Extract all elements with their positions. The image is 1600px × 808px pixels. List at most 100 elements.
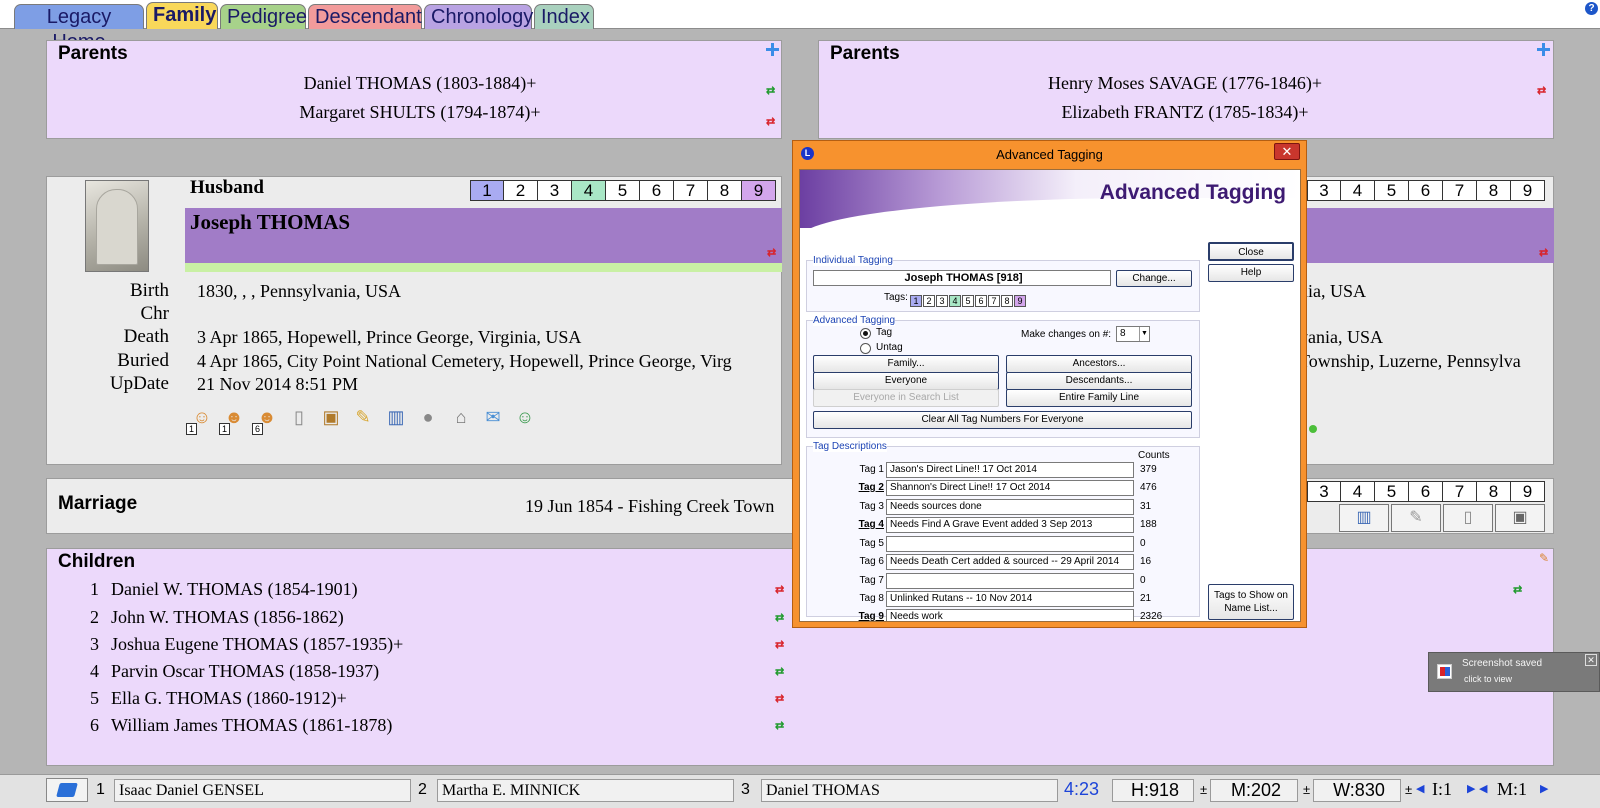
tag-box-9[interactable]: 9 bbox=[1014, 295, 1026, 307]
map-icon[interactable]: ✉ bbox=[481, 405, 505, 429]
family-button[interactable]: Family... bbox=[813, 355, 999, 373]
tab-chronology[interactable]: Chronology bbox=[424, 4, 533, 29]
close-icon[interactable]: ✕ bbox=[1274, 143, 1300, 160]
everyone-button[interactable]: Everyone bbox=[813, 372, 999, 390]
marriage-index[interactable]: M:1 bbox=[1497, 779, 1527, 802]
picture-icon[interactable]: ▣ bbox=[319, 405, 343, 429]
prev-arrow-icon[interactable]: ◀ bbox=[1416, 779, 1424, 802]
home-icon[interactable]: ⌂ bbox=[449, 405, 473, 429]
tab-pedigree[interactable]: Pedigree bbox=[220, 4, 307, 29]
tag-box-9[interactable]: 9 bbox=[1511, 180, 1545, 201]
tag-description-field[interactable] bbox=[886, 573, 1134, 589]
tab-descendant[interactable]: Descendant bbox=[308, 4, 422, 29]
child-row[interactable]: 5 Ella G. THOMAS (1860-1912)+ ⇄ bbox=[85, 688, 1545, 714]
tag-box-4[interactable]: 4 bbox=[1341, 180, 1375, 201]
tag-box-6[interactable]: 6 bbox=[1409, 180, 1443, 201]
descendants-button[interactable]: Descendants... bbox=[1006, 372, 1192, 390]
tag-description-field[interactable]: Needs work bbox=[886, 609, 1134, 621]
clear-all-tags-button[interactable]: Clear All Tag Numbers For Everyone bbox=[813, 411, 1192, 429]
marriage-book-button[interactable]: ▥ bbox=[1339, 504, 1389, 532]
swap-child-icon[interactable]: ⇄ bbox=[775, 640, 786, 654]
tag-box-8[interactable]: 8 bbox=[1477, 180, 1511, 201]
husband-rin[interactable]: H:918 bbox=[1112, 779, 1194, 802]
tag-box-3[interactable]: 3 bbox=[538, 180, 572, 201]
change-button[interactable]: Change... bbox=[1116, 270, 1192, 287]
tab-legacy-home[interactable]: Legacy Home bbox=[14, 4, 144, 53]
tag-box-1[interactable]: 1 bbox=[910, 295, 922, 307]
child-row[interactable]: 3 Joshua Eugene THOMAS (1857-1935)+ ⇄ bbox=[85, 634, 1545, 660]
add-parents-icon[interactable] bbox=[766, 43, 779, 56]
plus-minus-icon[interactable]: ± bbox=[1200, 779, 1207, 802]
tag-box-6[interactable]: 6 bbox=[1409, 481, 1443, 502]
tag-description-field[interactable]: Jason's Direct Line!! 17 Oct 2014 bbox=[886, 462, 1134, 478]
tag-box-3[interactable]: 3 bbox=[1307, 180, 1341, 201]
tag-box-5[interactable]: 5 bbox=[1375, 180, 1409, 201]
tag-box-9[interactable]: 9 bbox=[1511, 481, 1545, 502]
mother-name[interactable]: Margaret SHULTS (1794-1874)+ bbox=[47, 102, 793, 123]
event-value-birth[interactable]: nia, USA bbox=[1299, 281, 1554, 302]
marriage-notes-button[interactable]: ▯ bbox=[1443, 504, 1493, 532]
books-icon[interactable]: ▥ bbox=[384, 405, 408, 429]
recent-person-2[interactable]: Martha E. MINNICK bbox=[437, 779, 734, 802]
tag-radio[interactable] bbox=[860, 328, 871, 339]
tag-box-9[interactable]: 9 bbox=[742, 180, 776, 201]
tag-box-8[interactable]: 8 bbox=[1001, 295, 1013, 307]
plus-minus-icon[interactable]: ± bbox=[1405, 779, 1412, 802]
tag-box-3[interactable]: 3 bbox=[936, 295, 948, 307]
swap-child-icon[interactable]: ⇄ bbox=[775, 613, 786, 627]
father-name[interactable]: Daniel THOMAS (1803-1884)+ bbox=[47, 73, 793, 94]
tag-box-3[interactable]: 3 bbox=[1307, 481, 1341, 502]
prev-arrow-icon[interactable]: ◀ bbox=[1479, 779, 1487, 802]
screenshot-saved-toast[interactable]: Screenshot saved click to view ✕ bbox=[1428, 652, 1600, 692]
child-row[interactable]: 6 William James THOMAS (1861-1878) ⇄ bbox=[85, 715, 1545, 741]
event-value-buried[interactable]: 4 Apr 1865, City Point National Cemetery… bbox=[197, 351, 782, 372]
marriage-sources-button[interactable]: ✎ bbox=[1391, 504, 1441, 532]
make-changes-select[interactable]: 8 ▼ bbox=[1116, 326, 1150, 342]
tag-row-label[interactable]: Tag 2 bbox=[848, 482, 884, 493]
dialog-titlebar[interactable]: L Advanced Tagging ✕ bbox=[793, 141, 1306, 169]
swap-spouse-icon[interactable]: ⇄ bbox=[1539, 248, 1550, 262]
child-row[interactable]: 4 Parvin Oscar THOMAS (1858-1937) ⇄ bbox=[85, 661, 1545, 687]
recent-person-3[interactable]: Daniel THOMAS bbox=[761, 779, 1058, 802]
tab-index[interactable]: Index bbox=[534, 4, 594, 29]
next-arrow-icon[interactable]: ▶ bbox=[1540, 779, 1548, 802]
tag-row-label[interactable]: Tag 9 bbox=[848, 611, 884, 621]
swap-child-icon[interactable]: ⇄ bbox=[775, 721, 786, 735]
individual-index[interactable]: I:1 bbox=[1432, 779, 1452, 802]
swap-parents-icon[interactable]: ⇄ bbox=[766, 86, 777, 100]
tag-box-2[interactable]: 2 bbox=[923, 295, 935, 307]
tag-description-field[interactable]: Needs sources done bbox=[886, 499, 1134, 515]
tag-box-4[interactable]: 4 bbox=[572, 180, 606, 201]
tag-description-field[interactable] bbox=[886, 536, 1134, 552]
marriage-rin[interactable]: M:202 bbox=[1210, 779, 1298, 802]
help-icon[interactable]: ? bbox=[1585, 2, 1598, 15]
mother-name[interactable]: Elizabeth FRANTZ (1785-1834)+ bbox=[819, 102, 1551, 123]
husband-photo[interactable] bbox=[85, 180, 149, 272]
swap-child-icon[interactable]: ⇄ bbox=[1513, 585, 1524, 599]
tab-family[interactable]: Family bbox=[146, 2, 218, 29]
swap-child-icon[interactable]: ⇄ bbox=[775, 694, 786, 708]
group-icon[interactable]: ● bbox=[416, 405, 440, 429]
tag-box-8[interactable]: 8 bbox=[708, 180, 742, 201]
entire-family-line-button[interactable]: Entire Family Line bbox=[1006, 389, 1192, 407]
marriage-picture-button[interactable]: ▣ bbox=[1495, 504, 1545, 532]
ancestors-button[interactable]: Ancestors... bbox=[1006, 355, 1192, 373]
event-value-death[interactable]: vania, USA bbox=[1299, 327, 1554, 348]
tag-description-field[interactable]: Needs Death Cert added & sourced -- 29 A… bbox=[886, 554, 1134, 570]
untag-radio[interactable] bbox=[860, 343, 871, 354]
wife-rin[interactable]: W:830 bbox=[1313, 779, 1401, 802]
tag-box-1[interactable]: 1 bbox=[470, 180, 504, 201]
tag-box-8[interactable]: 8 bbox=[1477, 481, 1511, 502]
notes-icon[interactable]: ▯ bbox=[287, 405, 311, 429]
tag-box-5[interactable]: 5 bbox=[606, 180, 640, 201]
sources-icon[interactable]: ✎ bbox=[351, 405, 375, 429]
tag-box-5[interactable]: 5 bbox=[962, 295, 974, 307]
marriage-value[interactable]: 19 Jun 1854 - Fishing Creek Town bbox=[525, 496, 825, 517]
add-parents-icon[interactable] bbox=[1537, 43, 1550, 56]
event-value-update[interactable]: 21 Nov 2014 8:51 PM bbox=[197, 374, 782, 395]
swap-child-icon[interactable]: ⇄ bbox=[775, 585, 786, 599]
swap-child-icon[interactable]: ⇄ bbox=[775, 667, 786, 681]
sort-children-icon[interactable]: ✎ bbox=[1539, 551, 1549, 565]
next-arrow-icon[interactable]: ▶ bbox=[1467, 779, 1475, 802]
swap-parents-icon[interactable]: ⇄ bbox=[1537, 86, 1548, 100]
